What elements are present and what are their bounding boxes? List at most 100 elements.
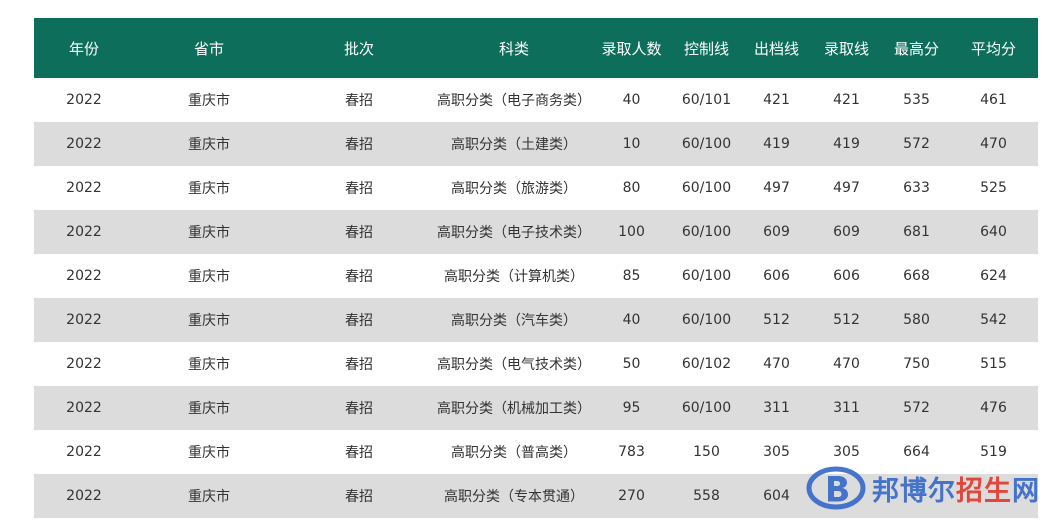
table-cell: 95 xyxy=(594,386,669,430)
table-cell: 515 xyxy=(949,342,1038,386)
table-cell: 高职分类（电子商务类） xyxy=(434,78,594,122)
table-cell: 558 xyxy=(669,474,744,518)
table-cell: 春招 xyxy=(284,342,434,386)
table-cell: 春招 xyxy=(284,210,434,254)
table-cell: 305 xyxy=(744,430,809,474)
table-cell: 311 xyxy=(744,386,809,430)
table-cell: 470 xyxy=(744,342,809,386)
table-row: 2022 重庆市 春招 高职分类（机械加工类） 95 60/100 311 311 572 476 xyxy=(34,386,1038,430)
table-cell: 60/100 xyxy=(669,166,744,210)
watermark-text-blue-2: 网 xyxy=(1012,475,1040,507)
table-cell: 重庆市 xyxy=(134,122,284,166)
table-cell: 春招 xyxy=(284,78,434,122)
table-cell: 750 xyxy=(884,342,949,386)
table-row: 2022 重庆市 春招 高职分类（电子技术类） 100 60/100 609 609 681 64… xyxy=(34,210,1038,254)
table-cell: 重庆市 xyxy=(134,298,284,342)
table-cell: 2022 xyxy=(34,210,134,254)
table-cell: 470 xyxy=(949,122,1038,166)
table-cell: 春招 xyxy=(284,122,434,166)
table-cell: 2022 xyxy=(34,430,134,474)
table-cell: 高职分类（电气技术类） xyxy=(434,342,594,386)
column-header: 省市 xyxy=(134,18,284,78)
table-cell: 525 xyxy=(949,166,1038,210)
admission-score-table: 年份 省市 批次 科类 录取人数 控制线 出档线 录取线 最高分 平均分 2022 重庆市 春招 高职分… xyxy=(34,18,1038,518)
table-cell: 609 xyxy=(744,210,809,254)
table-cell: 80 xyxy=(594,166,669,210)
column-header: 控制线 xyxy=(669,18,744,78)
column-header: 最高分 xyxy=(884,18,949,78)
table-cell: 311 xyxy=(809,386,884,430)
watermark-text-red: 招生 xyxy=(956,475,1012,507)
table-cell: 重庆市 xyxy=(134,430,284,474)
table-cell: 高职分类（专本贯通） xyxy=(434,474,594,518)
column-header: 出档线 xyxy=(744,18,809,78)
table-cell: 633 xyxy=(884,166,949,210)
column-header: 批次 xyxy=(284,18,434,78)
admission-table-container: 年份 省市 批次 科类 录取人数 控制线 出档线 录取线 最高分 平均分 2022 重庆市 春招 高职分… xyxy=(34,18,1038,518)
table-cell: 470 xyxy=(809,342,884,386)
column-header: 年份 xyxy=(34,18,134,78)
table-cell: 春招 xyxy=(284,254,434,298)
table-row: 2022 重庆市 春招 高职分类（旅游类） 80 60/100 497 497 633 525 xyxy=(34,166,1038,210)
table-cell: 高职分类（机械加工类） xyxy=(434,386,594,430)
table-cell: 512 xyxy=(744,298,809,342)
table-cell: 高职分类（电子技术类） xyxy=(434,210,594,254)
table-cell: 542 xyxy=(949,298,1038,342)
watermark-text: 邦博尔招生网 xyxy=(872,469,1040,508)
table-cell: 2022 xyxy=(34,166,134,210)
table-cell: 668 xyxy=(884,254,949,298)
table-cell: 10 xyxy=(594,122,669,166)
table-cell: 春招 xyxy=(284,166,434,210)
table-cell: 421 xyxy=(809,78,884,122)
table-cell: 2022 xyxy=(34,474,134,518)
table-cell: 604 xyxy=(744,474,809,518)
table-cell: 春招 xyxy=(284,474,434,518)
table-cell: 2022 xyxy=(34,122,134,166)
table-cell: 重庆市 xyxy=(134,254,284,298)
table-cell: 419 xyxy=(809,122,884,166)
table-cell: 40 xyxy=(594,298,669,342)
column-header: 科类 xyxy=(434,18,594,78)
b-logo-icon xyxy=(806,466,866,510)
table-cell: 高职分类（计算机类） xyxy=(434,254,594,298)
table-cell: 535 xyxy=(884,78,949,122)
table-cell: 421 xyxy=(744,78,809,122)
column-header: 录取人数 xyxy=(594,18,669,78)
table-cell: 春招 xyxy=(284,430,434,474)
table-cell: 572 xyxy=(884,386,949,430)
table-cell: 512 xyxy=(809,298,884,342)
table-cell: 重庆市 xyxy=(134,210,284,254)
table-cell: 40 xyxy=(594,78,669,122)
table-cell: 高职分类（汽车类） xyxy=(434,298,594,342)
table-cell: 624 xyxy=(949,254,1038,298)
table-row: 2022 重庆市 春招 高职分类（汽车类） 40 60/100 512 512 580 542 xyxy=(34,298,1038,342)
table-cell: 783 xyxy=(594,430,669,474)
table-cell: 461 xyxy=(949,78,1038,122)
table-cell: 60/100 xyxy=(669,386,744,430)
table-cell: 681 xyxy=(884,210,949,254)
table-cell: 高职分类（土建类） xyxy=(434,122,594,166)
table-cell: 606 xyxy=(744,254,809,298)
table-cell: 497 xyxy=(809,166,884,210)
table-cell: 重庆市 xyxy=(134,386,284,430)
table-row: 2022 重庆市 春招 高职分类（土建类） 10 60/100 419 419 572 470 xyxy=(34,122,1038,166)
table-row: 2022 重庆市 春招 高职分类（计算机类） 85 60/100 606 606 668 624 xyxy=(34,254,1038,298)
table-cell: 2022 xyxy=(34,298,134,342)
column-header: 平均分 xyxy=(949,18,1038,78)
table-header-row: 年份 省市 批次 科类 录取人数 控制线 出档线 录取线 最高分 平均分 xyxy=(34,18,1038,78)
table-cell: 606 xyxy=(809,254,884,298)
table-cell: 春招 xyxy=(284,298,434,342)
table-row: 2022 重庆市 春招 高职分类（电气技术类） 50 60/102 470 470 750 515 xyxy=(34,342,1038,386)
table-cell: 419 xyxy=(744,122,809,166)
table-cell: 60/101 xyxy=(669,78,744,122)
table-cell: 2022 xyxy=(34,78,134,122)
table-cell: 580 xyxy=(884,298,949,342)
table-cell: 150 xyxy=(669,430,744,474)
table-cell: 2022 xyxy=(34,342,134,386)
table-cell: 60/100 xyxy=(669,254,744,298)
table-cell: 高职分类（旅游类） xyxy=(434,166,594,210)
table-cell: 重庆市 xyxy=(134,166,284,210)
table-cell: 609 xyxy=(809,210,884,254)
table-cell: 497 xyxy=(744,166,809,210)
table-cell: 640 xyxy=(949,210,1038,254)
